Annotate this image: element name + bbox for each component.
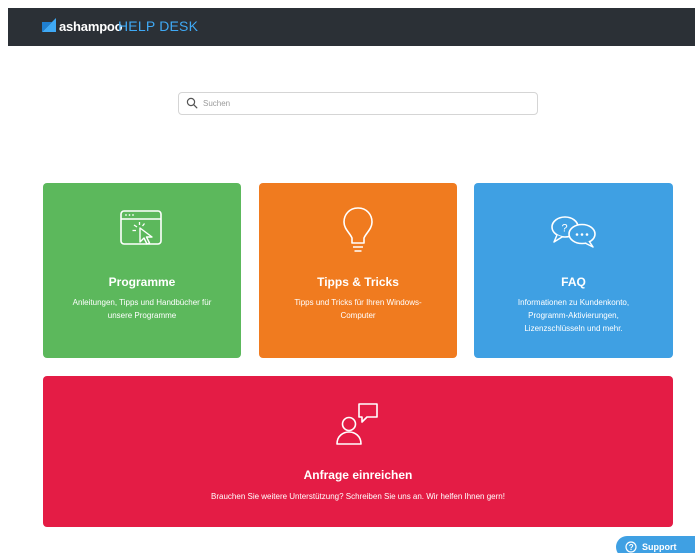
- help-desk-title[interactable]: HELP DESK: [118, 17, 198, 35]
- ashampoo-logo-icon[interactable]: [42, 18, 56, 32]
- svg-text:?: ?: [629, 543, 634, 552]
- header-bar: ashampoo HELP DESK: [8, 8, 695, 46]
- card-title: FAQ: [561, 275, 586, 289]
- card-faq[interactable]: ? FAQ Informationen zu Kundenkonto, Prog…: [474, 183, 673, 358]
- search-input[interactable]: [203, 95, 533, 112]
- request-description: Brauchen Sie weitere Unterstützung? Schr…: [211, 492, 505, 501]
- browser-cursor-icon: [120, 210, 162, 245]
- request-title: Anfrage einreichen: [303, 468, 413, 482]
- card-anfrage-einreichen[interactable]: Anfrage einreichen Brauchen Sie weitere …: [43, 376, 673, 527]
- card-tipps-tricks[interactable]: Tipps & Tricks Tipps und Tricks für Ihre…: [259, 183, 457, 358]
- svg-text:?: ?: [561, 223, 567, 235]
- support-button[interactable]: ? Support: [616, 536, 695, 553]
- card-programme[interactable]: Programme Anleitungen, Tipps und Handbüc…: [43, 183, 241, 358]
- card-description: Tipps und Tricks für Ihren Windows-Compu…: [294, 298, 422, 320]
- support-label: Support: [642, 542, 677, 552]
- card-title: Programme: [108, 275, 176, 289]
- brand-name[interactable]: ashampoo: [59, 18, 123, 35]
- question-circle-icon: ?: [625, 541, 637, 553]
- search-box[interactable]: [178, 92, 538, 115]
- lightbulb-icon: [343, 207, 373, 252]
- speech-bubbles-icon: ?: [550, 216, 596, 248]
- card-description: Informationen zu Kundenkonto, Programm-A…: [517, 298, 630, 333]
- person-chat-icon: [336, 403, 378, 445]
- search-icon: [186, 97, 198, 109]
- card-description: Anleitungen, Tipps und Handbücher für un…: [72, 298, 212, 320]
- card-title: Tipps & Tricks: [317, 275, 399, 289]
